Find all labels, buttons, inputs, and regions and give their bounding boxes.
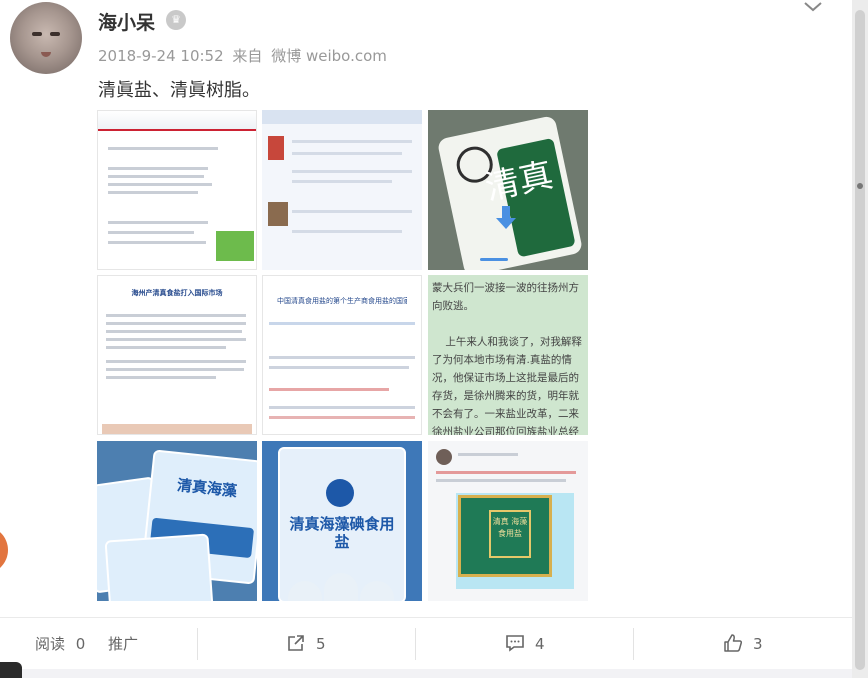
divider (415, 628, 416, 660)
divider (633, 628, 634, 660)
read-count-value: 0 (75, 635, 86, 653)
corner-tab[interactable] (0, 662, 22, 678)
comment-icon (506, 635, 524, 652)
avatar-thumb (436, 449, 452, 465)
download-icon[interactable] (488, 200, 524, 236)
image-thumbnail-5[interactable]: 中国清真食用盐的第个生产商食用盐的国家 (262, 275, 422, 435)
post-source-prefix: 来自 (232, 47, 263, 65)
post-text: 清眞盐、清眞树脂。 (98, 80, 260, 101)
avatar[interactable] (10, 2, 82, 74)
ad-banner (216, 231, 254, 261)
like-count: 3 (753, 635, 763, 653)
share-count: 5 (316, 635, 326, 653)
scroll-position-dot (857, 183, 863, 189)
book-cover (268, 136, 284, 160)
scrollbar-thumb[interactable] (855, 10, 865, 670)
screenshot-text: 蒙大兵们一波接一波的往扬州方向败逃。 上午来人和我谈了，对我解释了为何本地市场有… (432, 282, 582, 435)
pack-label: 清真海藻碘食用盐 (289, 515, 395, 551)
salt-pack: 清真海藻碘食用盐 (278, 447, 406, 601)
share-icon (288, 635, 304, 651)
page-header-bar (98, 111, 256, 131)
username[interactable]: 海小呆 (98, 8, 155, 35)
read-count: 阅读 0 (35, 618, 85, 670)
article-title: 海州产清真食盐打入国际市场 (131, 289, 223, 297)
comment-count: 4 (535, 635, 545, 653)
image-thumbnail-9[interactable]: 清真 海藻 食用盐 (428, 441, 588, 601)
comment-button[interactable]: 4 (505, 618, 545, 670)
post-meta: 2018-9-24 10:52 来自 微博 weibo.com (98, 45, 391, 66)
product-label: 清真 海藻 食用盐 (489, 510, 531, 558)
weibo-post-card: 海小呆 ♛ 2018-9-24 10:52 来自 微博 weibo.com 清眞… (0, 0, 852, 678)
crown-icon[interactable]: ♛ (166, 10, 186, 30)
image-thumbnail-2[interactable] (262, 110, 422, 270)
avatar-eye-right (50, 32, 60, 36)
page-bottom-strip (22, 669, 852, 678)
post-date[interactable]: 2018-9-24 10:52 (98, 47, 224, 65)
pack-label: 清真海藻 (176, 476, 238, 501)
chevron-down-icon[interactable] (802, 0, 824, 14)
action-bar: 阅读 0 推广 5 4 3 (0, 617, 852, 670)
image-thumbnail-1[interactable] (97, 110, 257, 270)
article-title: 中国清真食用盐的第个生产商食用盐的国家 (277, 297, 407, 305)
like-button[interactable]: 3 (723, 618, 763, 670)
salt-pack (104, 533, 214, 601)
image-thumbnail-3[interactable]: 清真 (428, 110, 588, 270)
download-progress-bar (480, 258, 508, 261)
salt-bag: 清真 (436, 115, 584, 270)
share-button[interactable]: 5 (286, 618, 326, 670)
promote-button[interactable]: 推广 (108, 618, 138, 670)
avatar-mouth (41, 52, 51, 57)
scrollbar[interactable] (852, 0, 868, 678)
image-thumbnail-6[interactable]: 蒙大兵们一波接一波的往扬州方向败逃。 上午来人和我谈了，对我解释了为何本地市场有… (428, 275, 588, 435)
post-source[interactable]: 微博 weibo.com (271, 47, 387, 65)
divider (197, 628, 198, 660)
image-thumbnail-4[interactable]: 海州产清真食盐打入国际市场 (97, 275, 257, 435)
image-thumbnail-7[interactable]: 清真海藻 (97, 441, 257, 601)
image-thumbnail-8[interactable]: 清真海藻碘食用盐 (262, 441, 422, 601)
like-icon (724, 634, 743, 652)
read-label: 阅读 (35, 635, 66, 653)
product-box: 清真 海藻 食用盐 (458, 495, 552, 577)
user-avatar-thumb (268, 202, 288, 226)
avatar-eye-left (32, 32, 42, 36)
